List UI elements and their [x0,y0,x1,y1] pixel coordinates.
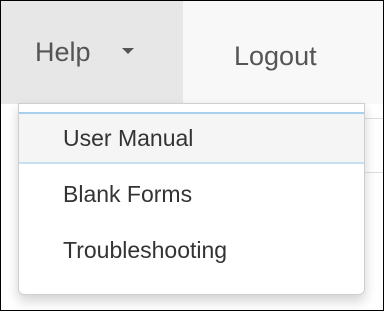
menu-item-troubleshooting[interactable]: Troubleshooting [19,224,364,276]
help-menu-toggle[interactable]: Help [1,1,183,104]
menu-item-label: Blank Forms [63,181,193,207]
screenshot-frame: Help Logout User Manual Blank Forms Trou… [0,0,384,311]
top-navbar: Help Logout [1,1,383,104]
menu-item-blank-forms[interactable]: Blank Forms [19,168,364,220]
help-dropdown-menu: User Manual Blank Forms Troubleshooting [18,103,365,295]
menu-item-user-manual[interactable]: User Manual [19,112,364,164]
caret-down-icon [122,48,134,54]
help-menu-label: Help [35,37,91,67]
menu-item-label: Troubleshooting [63,237,228,263]
logout-link[interactable]: Logout [234,1,317,104]
menu-item-label: User Manual [63,125,194,151]
